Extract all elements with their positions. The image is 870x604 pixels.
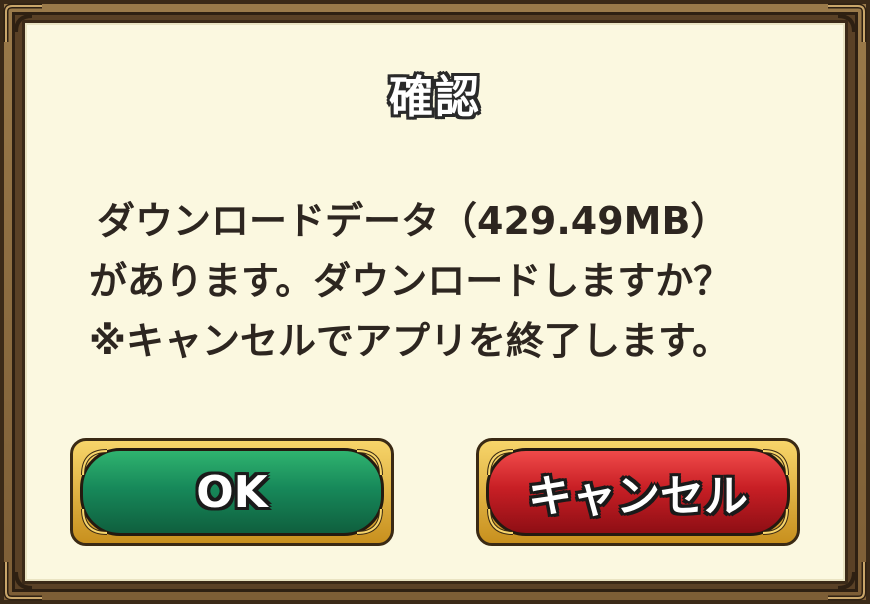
- button-ornament-icon: [81, 449, 108, 476]
- message-line: ※キャンセルでアプリを終了します。: [89, 319, 731, 363]
- button-ornament-icon: [762, 508, 789, 535]
- dialog-title: 確認: [389, 72, 481, 123]
- cancel-button-label: キャンセル: [486, 448, 790, 536]
- button-ornament-icon: [356, 508, 383, 535]
- button-ornament-icon: [356, 449, 383, 476]
- dialog-message: ダウンロードデータ（429.49MB） があります。ダウンロードしますか？ ※キ…: [25, 191, 845, 371]
- ok-button[interactable]: OK: [70, 438, 394, 546]
- button-ornament-icon: [762, 449, 789, 476]
- button-ornament-icon: [81, 508, 108, 535]
- button-ornament-icon: [487, 449, 514, 476]
- cancel-button[interactable]: キャンセル: [476, 438, 800, 546]
- button-ornament-icon: [487, 508, 514, 535]
- message-line: があります。ダウンロードしますか？: [89, 259, 732, 303]
- ok-button-label: OK: [80, 448, 384, 536]
- message-line: ダウンロードデータ（429.49MB）: [97, 199, 729, 243]
